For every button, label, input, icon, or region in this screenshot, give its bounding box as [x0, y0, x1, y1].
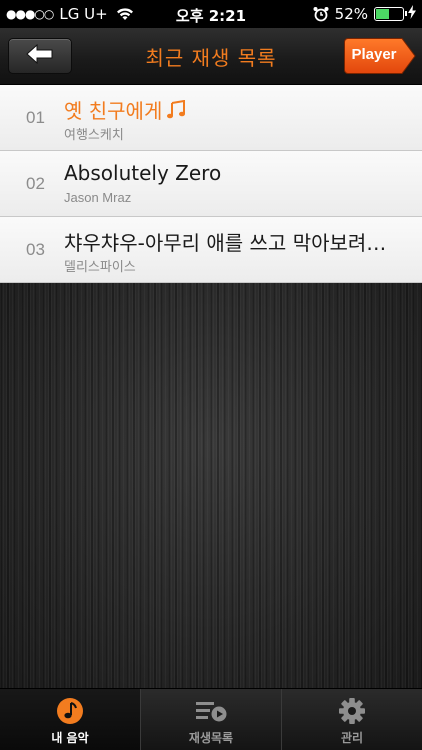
empty-list-background — [0, 283, 422, 688]
tab-label: 관리 — [340, 731, 364, 745]
track-number: 02 — [26, 174, 45, 193]
now-playing-music-note-icon — [166, 99, 186, 120]
song-artist: Jason Mraz — [64, 190, 132, 205]
song-title: 옛 친구에게 — [64, 95, 404, 124]
song-artist: 여행스케치 — [64, 127, 124, 142]
track-number: 03 — [26, 240, 45, 259]
player-button[interactable]: Player — [344, 38, 416, 74]
tab-label: 내 음악 — [51, 731, 89, 745]
back-button[interactable] — [8, 38, 72, 74]
song-row[interactable]: 02 Absolutely Zero Jason Mraz — [0, 151, 422, 217]
battery-fill — [376, 9, 389, 19]
alarm-icon — [313, 6, 329, 22]
song-title: Absolutely Zero — [64, 161, 404, 185]
tab-bar: 내 음악 재생목록 관리 — [0, 688, 422, 750]
gear-icon — [337, 695, 367, 727]
track-number: 01 — [26, 108, 45, 127]
song-artist: 델리스파이스 — [64, 259, 136, 274]
navigation-bar: 최근 재생 목록 Player — [0, 28, 422, 85]
song-row[interactable]: 03 챠우챠우-아무리 애를 쓰고 막아보려고 해도 델리스파이스 — [0, 217, 422, 283]
tab-my-music[interactable]: 내 음악 — [0, 689, 140, 750]
left-arrow-icon — [26, 43, 54, 68]
tab-settings[interactable]: 관리 — [281, 689, 422, 750]
tab-playlist[interactable]: 재생목록 — [140, 689, 281, 750]
tab-label: 재생목록 — [188, 731, 234, 745]
recent-song-list: 01 옛 친구에게 여행스케치 02 Absolutely Zero Jason… — [0, 85, 422, 283]
status-bar: ●●●○○ LG U+ 오후 2:21 52% — [0, 0, 422, 28]
music-note-icon — [55, 695, 85, 727]
battery-icon — [374, 7, 407, 21]
charging-bolt-icon — [408, 5, 416, 23]
battery-percent: 52% — [334, 5, 368, 23]
song-title-text: 옛 친구에게 — [64, 99, 163, 123]
song-title-text: Absolutely Zero — [64, 161, 222, 185]
player-label: Player — [351, 46, 397, 63]
song-title: 챠우챠우-아무리 애를 쓰고 막아보려고 해도 — [64, 227, 404, 256]
song-title-text: 챠우챠우-아무리 애를 쓰고 막아보려고 해도 — [64, 231, 404, 255]
playlist-icon — [194, 695, 228, 727]
page-title: 최근 재생 목록 — [145, 46, 277, 70]
song-row[interactable]: 01 옛 친구에게 여행스케치 — [0, 85, 422, 151]
